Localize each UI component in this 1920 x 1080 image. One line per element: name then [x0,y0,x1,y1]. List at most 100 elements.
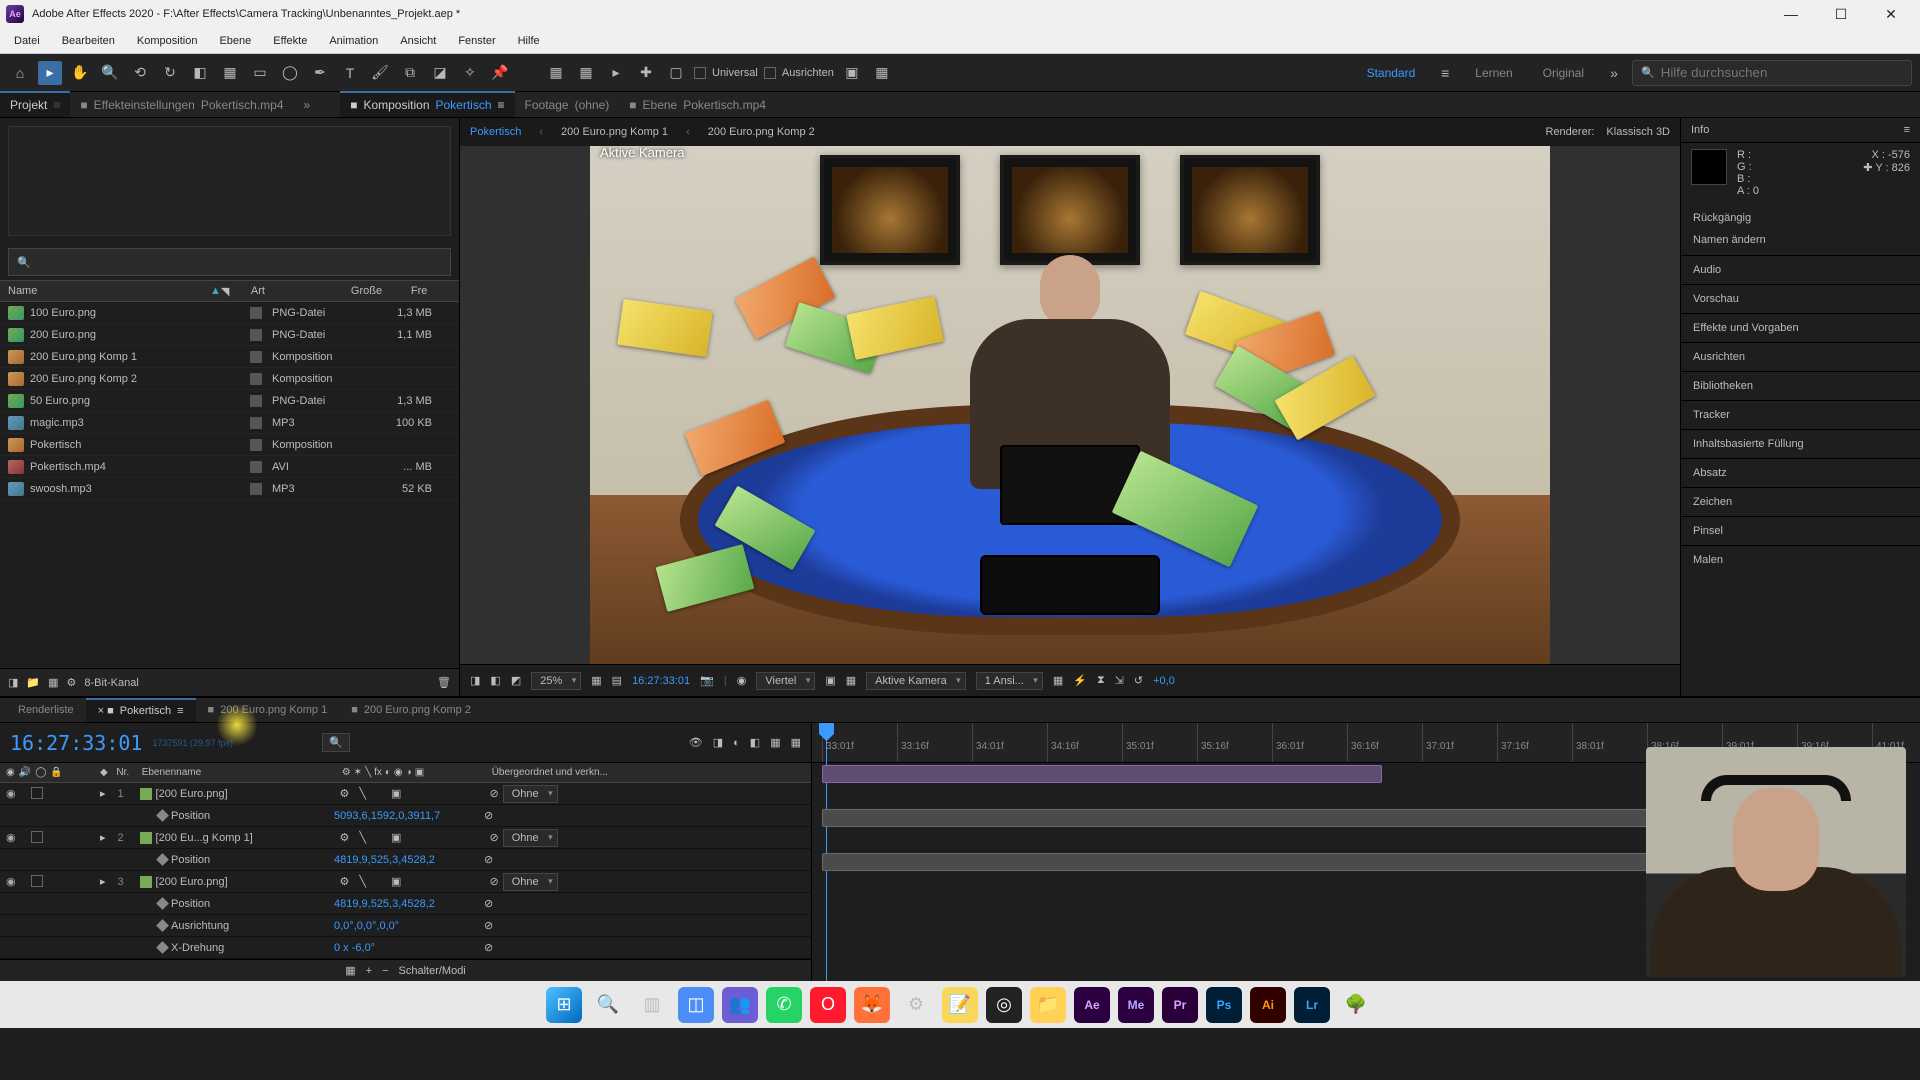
brush-tool-icon[interactable]: 🖌 [368,61,392,85]
layer-row[interactable]: ◉ ▸ 1 [200 Euro.png] ⚙╲▣ ⊘Ohne [0,783,811,805]
rotate-tool-icon[interactable]: ↻ [158,61,182,85]
project-item[interactable]: 200 Euro.png Komp 2 Komposition [0,368,459,390]
rect-tool-icon[interactable]: ▭ [248,61,272,85]
selection-tool-icon[interactable]: ▸ [38,61,62,85]
col-label-icon[interactable]: ◥ [221,285,251,298]
camera-tool-icon[interactable]: ◧ [188,61,212,85]
transparency-icon[interactable]: ▦ [846,674,856,687]
minimize-button[interactable]: — [1768,0,1814,28]
fast-preview-icon[interactable]: ⚡ [1073,674,1087,687]
channel-icon[interactable]: ◉ [737,674,747,687]
taskbar-search-icon[interactable]: 🔍 [590,987,626,1023]
tab-layer[interactable]: ■ Ebene Pokertisch.mp4 [619,91,776,117]
tab-comp[interactable]: ■ Komposition Pokertisch ≡ [340,91,514,117]
zoom-out-icon[interactable]: − [382,965,388,977]
menu-ebene[interactable]: Ebene [209,31,261,51]
project-item[interactable]: Pokertisch.mp4 AVI ... MB [0,456,459,478]
clone-tool-icon[interactable]: ⧉ [398,61,422,85]
menu-animation[interactable]: Animation [319,31,388,51]
timeline-timecode[interactable]: 16:27:33:01 [10,731,142,755]
bit-depth[interactable]: 8-Bit-Kanal [84,677,138,689]
ellipse-tool-icon[interactable]: ◯ [278,61,302,85]
workspace-overflow-icon[interactable]: » [1602,61,1626,85]
project-item[interactable]: 200 Euro.png PNG-Datei 1,1 MB [0,324,459,346]
project-item[interactable]: swoosh.mp3 MP3 52 KB [0,478,459,500]
col-type[interactable]: Art [251,285,351,297]
taskbar-widgets-icon[interactable]: ◫ [678,987,714,1023]
motion-blur-icon[interactable]: ◐ [733,737,740,749]
layer-row[interactable]: ◉ ▸ 3 [200 Euro.png] ⚙╲▣ ⊘Ohne [0,871,811,893]
collapsed-panel[interactable]: Inhaltsbasierte Füllung [1681,429,1920,458]
trash-icon[interactable]: 🗑 [437,676,451,689]
collapsed-panel[interactable]: Malen [1681,545,1920,574]
taskbar-opera-icon[interactable]: O [810,987,846,1023]
menu-fenster[interactable]: Fenster [448,31,505,51]
tab-renderlist[interactable]: Renderliste [6,699,86,721]
taskbar-me-icon[interactable]: Me [1118,987,1154,1023]
col-layer-name[interactable]: Ebenenname [138,767,338,778]
folder-icon[interactable]: 📁 [26,676,40,689]
exposure-value[interactable]: +0,0 [1153,675,1175,687]
workspace-menu-icon[interactable]: ≡ [1433,61,1457,85]
project-item[interactable]: 100 Euro.png PNG-Datei 1,3 MB [0,302,459,324]
taskbar-app1-icon[interactable]: ⚙ [898,987,934,1023]
taskbar-ae-icon[interactable]: Ae [1074,987,1110,1023]
project-item[interactable]: 200 Euro.png Komp 1 Komposition [0,346,459,368]
timeline-icon[interactable]: ⧗ [1097,674,1105,687]
help-search[interactable]: 🔍 [1632,60,1912,86]
panel-menu-icon[interactable]: ≡ [1904,124,1910,136]
toggle-switches-icon[interactable]: ▦ [345,964,355,977]
collapsed-panel[interactable]: Vorschau [1681,284,1920,313]
world-axis-icon[interactable]: ✚ [634,61,658,85]
roi-icon[interactable]: ▣ [825,674,835,687]
col-frame[interactable]: Fre [411,285,441,297]
draft3d-icon[interactable]: ▦ [770,736,780,749]
taskbar-whatsapp-icon[interactable]: ✆ [766,987,802,1023]
workspace-learn[interactable]: Lernen [1463,62,1524,84]
toggle-alpha-icon[interactable]: ◨ [470,674,480,687]
switch-modes-button[interactable]: Schalter/Modi [399,965,466,977]
col-name[interactable]: Name [8,285,238,297]
zoom-dropdown[interactable]: 25% [531,672,581,690]
tab-effect-controls[interactable]: ■ Effekteinstellungen Pokertisch.mp4 [70,91,293,117]
info-panel-header[interactable]: Info≡ [1681,118,1920,143]
property-row[interactable]: Position 5093,6,1592,0,3911,7 ⊘ [0,805,811,827]
pen-tool-icon[interactable]: ✒ [308,61,332,85]
tab-komp2[interactable]: ■ 200 Euro.png Komp 2 [339,699,483,721]
help-search-input[interactable] [1661,65,1903,80]
taskbar-teams-icon[interactable]: 👥 [722,987,758,1023]
viewer-timecode[interactable]: 16:27:33:01 [632,675,690,687]
align-checkbox[interactable] [764,67,776,79]
settings-icon[interactable]: ⚙ [67,676,77,689]
col-parent[interactable]: Übergeordnet und verkn... [488,767,811,778]
reset-exposure-icon[interactable]: ↺ [1134,674,1143,687]
taskbar-ps-icon[interactable]: Ps [1206,987,1242,1023]
universal-checkbox[interactable] [694,67,706,79]
project-item[interactable]: Pokertisch Komposition [0,434,459,456]
tab-overflow[interactable]: » [294,91,321,117]
breadcrumb-1[interactable]: 200 Euro.png Komp 1 [561,126,668,138]
snapping-icon[interactable]: ▣ [840,61,864,85]
snapshot-icon[interactable]: 📷 [700,674,714,687]
collapsed-panel[interactable]: Zeichen [1681,487,1920,516]
project-item[interactable]: magic.mp3 MP3 100 KB [0,412,459,434]
workspace-original[interactable]: Original [1531,62,1596,84]
snapping2-icon[interactable]: ▦ [870,61,894,85]
collapsed-panel[interactable]: Pinsel [1681,516,1920,545]
property-row[interactable]: Position 4819,9,525,3,4528,2 ⊘ [0,893,811,915]
local-axis-icon[interactable]: ▸ [604,61,628,85]
taskbar-ai-icon[interactable]: Ai [1250,987,1286,1023]
taskbar-files-icon[interactable]: 📁 [1030,987,1066,1023]
taskbar-firefox-icon[interactable]: 🦊 [854,987,890,1023]
expand-icon[interactable]: ▦ [791,736,801,749]
start-button[interactable]: ⊞ [546,987,582,1023]
collapsed-panel[interactable]: Ausrichten [1681,342,1920,371]
taskbar-pr-icon[interactable]: Pr [1162,987,1198,1023]
toggle-channels-icon[interactable]: ◩ [511,674,521,687]
project-search[interactable]: 🔍 [8,248,451,276]
toggle-mask-icon[interactable]: ◧ [490,674,500,687]
renderer-value[interactable]: Klassisch 3D [1606,126,1670,138]
puppet-tool-icon[interactable]: 📌 [488,61,512,85]
pan-behind-tool-icon[interactable]: ▦ [218,61,242,85]
workspace-standard[interactable]: Standard [1355,62,1428,84]
